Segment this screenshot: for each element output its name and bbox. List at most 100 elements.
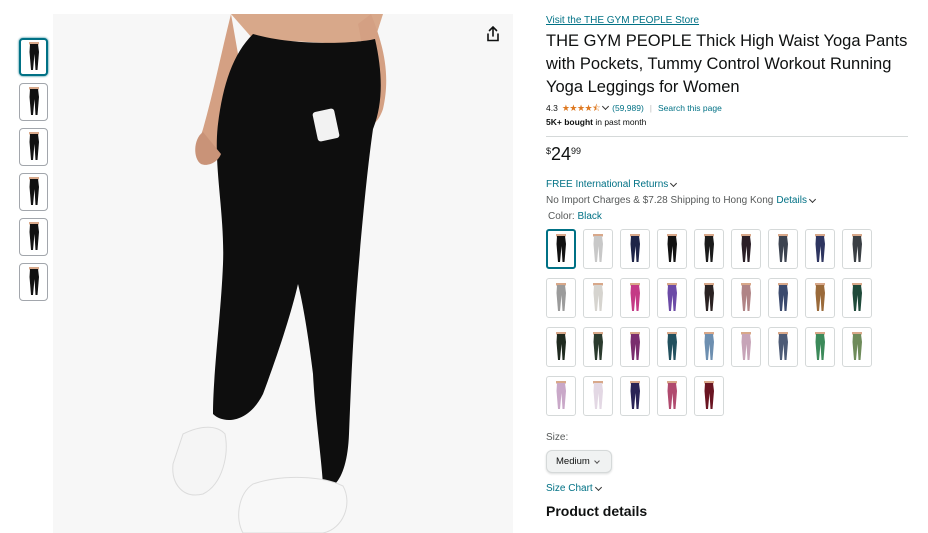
divider [546, 136, 908, 137]
color-swatch[interactable] [657, 376, 687, 416]
color-swatch[interactable] [583, 376, 613, 416]
thumbnail-image[interactable] [19, 128, 48, 166]
rating-row: 4.3 ★★★★⯪ (59,989) | Search this page [546, 102, 914, 114]
color-swatch[interactable] [657, 229, 687, 269]
leggings-icon [28, 87, 39, 115]
color-swatch[interactable] [546, 229, 576, 269]
chevron-down-icon [593, 457, 600, 464]
product-details-heading: Product details [546, 503, 648, 519]
color-swatch[interactable] [694, 376, 724, 416]
free-returns-link[interactable]: FREE International Returns [546, 178, 914, 191]
leggings-icon [667, 234, 677, 262]
chevron-down-icon[interactable] [808, 195, 816, 203]
leggings-icon [852, 234, 862, 262]
rating-value: 4.3 [546, 103, 558, 113]
color-swatch[interactable] [657, 278, 687, 318]
leggings-photo [53, 14, 513, 533]
chevron-down-icon[interactable] [670, 179, 678, 187]
thumbnail-image[interactable] [19, 218, 48, 256]
color-swatch[interactable] [694, 327, 724, 367]
color-swatch[interactable] [842, 327, 872, 367]
color-swatch[interactable] [546, 327, 576, 367]
leggings-icon [593, 381, 603, 409]
size-value: Medium [556, 456, 590, 467]
price-whole: 24 [551, 144, 572, 164]
color-swatch[interactable] [620, 376, 650, 416]
color-swatch[interactable] [583, 229, 613, 269]
color-swatch[interactable] [546, 376, 576, 416]
color-swatches [546, 229, 886, 416]
color-swatch[interactable] [842, 229, 872, 269]
leggings-icon [815, 234, 825, 262]
leggings-icon [778, 234, 788, 262]
shipping-details-link[interactable]: Details [776, 194, 807, 207]
leggings-icon [704, 332, 714, 360]
main-product-image[interactable] [53, 14, 513, 533]
leggings-icon [741, 332, 751, 360]
leggings-icon [556, 381, 566, 409]
leggings-icon [28, 42, 39, 70]
search-this-page-link[interactable]: Search this page [658, 102, 722, 114]
share-button[interactable] [481, 22, 505, 46]
size-dropdown[interactable]: Medium [546, 450, 612, 473]
leggings-icon [778, 332, 788, 360]
color-swatch[interactable] [842, 278, 872, 318]
leggings-icon [704, 283, 714, 311]
leggings-icon [556, 283, 566, 311]
color-swatch[interactable] [731, 229, 761, 269]
thumbnail-image[interactable] [19, 83, 48, 121]
color-swatch[interactable] [768, 327, 798, 367]
shipping-info: No Import Charges & $7.28 Shipping to Ho… [546, 194, 914, 207]
bought-count-rest: in past month [592, 117, 647, 127]
color-swatch[interactable] [620, 229, 650, 269]
leggings-icon [852, 283, 862, 311]
size-chart-link[interactable]: Size Chart [546, 482, 914, 495]
color-swatch[interactable] [768, 229, 798, 269]
leggings-icon [815, 332, 825, 360]
color-swatch[interactable] [583, 327, 613, 367]
color-swatch[interactable] [657, 327, 687, 367]
color-swatch[interactable] [620, 327, 650, 367]
size-label: Size: [546, 432, 569, 443]
leggings-icon [667, 381, 677, 409]
leggings-icon [593, 283, 603, 311]
color-swatch[interactable] [805, 327, 835, 367]
color-swatch[interactable] [805, 229, 835, 269]
thumbnail-image[interactable] [19, 38, 48, 76]
color-swatch[interactable] [694, 278, 724, 318]
leggings-icon [630, 332, 640, 360]
color-swatch[interactable] [731, 278, 761, 318]
leggings-icon [28, 132, 39, 160]
color-label: Color: [548, 211, 578, 222]
color-swatch[interactable] [731, 327, 761, 367]
product-title: THE GYM PEOPLE Thick High Waist Yoga Pan… [546, 32, 908, 96]
separator: | [649, 103, 653, 113]
color-swatch[interactable] [805, 278, 835, 318]
leggings-icon [667, 332, 677, 360]
leggings-icon [704, 234, 714, 262]
leggings-icon [28, 177, 39, 205]
color-swatch[interactable] [694, 229, 724, 269]
price: $ 24 99 [546, 145, 914, 163]
thumbnail-image[interactable] [19, 173, 48, 211]
leggings-icon [556, 234, 566, 262]
leggings-icon [741, 234, 751, 262]
product-info: Visit the THE GYM PEOPLE Store THE GYM P… [546, 14, 914, 520]
color-selection: Color: Black [546, 210, 914, 223]
store-link[interactable]: Visit the THE GYM PEOPLE Store [546, 14, 914, 28]
price-fraction: 99 [571, 146, 582, 156]
color-swatch[interactable] [620, 278, 650, 318]
bought-count-bold: 5K+ bought [546, 117, 593, 127]
leggings-icon [630, 381, 640, 409]
leggings-icon [28, 222, 39, 250]
leggings-icon [667, 283, 677, 311]
star-rating-icon[interactable]: ★★★★⯪ [562, 102, 601, 114]
size-chart-label: Size Chart [546, 483, 593, 494]
color-swatch[interactable] [768, 278, 798, 318]
thumbnail-image[interactable] [19, 263, 48, 301]
color-value: Black [577, 211, 602, 222]
chevron-down-icon[interactable] [602, 102, 610, 111]
color-swatch[interactable] [583, 278, 613, 318]
color-swatch[interactable] [546, 278, 576, 318]
rating-count-link[interactable]: (59,989) [612, 102, 644, 114]
